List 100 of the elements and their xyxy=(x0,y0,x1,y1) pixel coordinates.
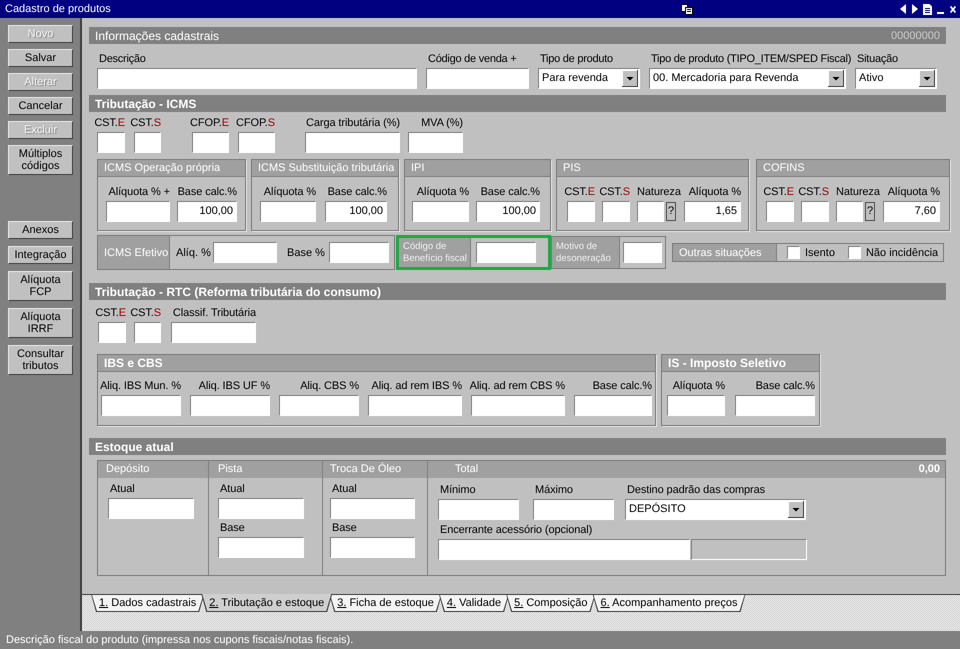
input-field[interactable]: 1,65 xyxy=(684,201,741,222)
input-field[interactable] xyxy=(602,201,630,222)
input-field[interactable] xyxy=(438,499,519,520)
input-field[interactable] xyxy=(101,395,181,416)
input-field[interactable] xyxy=(574,395,652,416)
documents-icon[interactable] xyxy=(681,4,693,14)
input-field[interactable] xyxy=(533,499,614,520)
input-field[interactable] xyxy=(190,395,270,416)
left-arrow-icon[interactable] xyxy=(900,4,906,14)
help-button[interactable]: ? xyxy=(666,202,676,221)
field-label: Alíquota % + xyxy=(108,185,170,199)
input-field[interactable] xyxy=(171,322,256,343)
dropdown[interactable]: Ativo xyxy=(855,68,937,89)
caret-icon[interactable] xyxy=(788,501,804,518)
input-field[interactable] xyxy=(134,132,161,153)
checkbox-label[interactable]: Isento xyxy=(805,246,835,258)
input-field[interactable]: 100,00 xyxy=(177,201,237,222)
input-field[interactable] xyxy=(471,395,565,416)
field-label: Tipo de produto xyxy=(539,52,613,66)
caret-icon[interactable] xyxy=(622,70,638,87)
input-field[interactable]: 100,00 xyxy=(325,201,387,222)
input-field[interactable] xyxy=(213,242,277,263)
input-field[interactable] xyxy=(97,132,125,153)
section-title: Informações cadastrais xyxy=(95,28,220,42)
group-title: PIS xyxy=(557,160,748,177)
dropdown[interactable]: 00. Mercadoria para Revenda xyxy=(649,68,846,89)
field-label: Descrição xyxy=(98,52,146,66)
input-field[interactable] xyxy=(368,395,462,416)
dropdown[interactable]: DEPÓSITO xyxy=(625,499,806,520)
input-field[interactable] xyxy=(97,68,417,89)
input-field[interactable] xyxy=(637,201,664,222)
checkbox-label[interactable]: Não incidência xyxy=(866,246,938,258)
input-field[interactable] xyxy=(279,395,359,416)
input-field[interactable] xyxy=(623,242,662,263)
input-field[interactable] xyxy=(766,201,794,222)
input-field[interactable] xyxy=(567,201,595,222)
input-field[interactable] xyxy=(238,132,275,153)
sidebar-button[interactable]: Anexos xyxy=(8,221,73,239)
caret-icon[interactable] xyxy=(828,70,844,87)
group-title: ICMS Operação própria xyxy=(98,160,245,177)
field-caption: Outras situações xyxy=(673,244,777,261)
field-label: Aliq. IBS UF % xyxy=(198,379,270,393)
input-field[interactable] xyxy=(218,537,304,558)
input-field[interactable] xyxy=(192,132,229,153)
field-label: Aliq. ad rem IBS % xyxy=(371,379,462,393)
field-label: Tipo de produto (TIPO_ITEM/SPED Fiscal) xyxy=(650,52,852,66)
record-code: 00000000 xyxy=(891,30,940,42)
input-field[interactable] xyxy=(260,201,316,222)
column-header: Pista xyxy=(209,461,322,478)
input-field[interactable] xyxy=(735,395,815,416)
field-label: Aliq. CBS % xyxy=(300,379,359,393)
input-field[interactable] xyxy=(329,242,389,263)
sidebar-button[interactable]: Salvar xyxy=(8,49,73,67)
tab[interactable]: 6. Acompanhamento preços xyxy=(592,594,746,612)
field-label: Base xyxy=(331,521,357,535)
input-field[interactable] xyxy=(106,201,170,222)
help-button[interactable]: ? xyxy=(865,202,875,221)
input-field[interactable] xyxy=(426,68,529,89)
input-field[interactable]: 100,00 xyxy=(476,201,540,222)
sidebar-button[interactable]: Consultar tributos xyxy=(8,345,73,375)
sidebar-button[interactable]: Alíquota FCP xyxy=(8,271,73,301)
input-field[interactable] xyxy=(801,201,829,222)
field-label: Alíquota % xyxy=(416,185,469,199)
close-icon[interactable] xyxy=(950,6,956,12)
field-label: Base calc.% xyxy=(328,185,387,199)
field-label: Código de venda + xyxy=(427,52,516,66)
field-label: CST.S xyxy=(599,185,630,199)
section-title: Tributação - ICMS xyxy=(95,96,196,110)
column-header: Depósito xyxy=(98,461,208,478)
input-field[interactable] xyxy=(667,395,725,416)
right-arrow-icon[interactable] xyxy=(912,4,918,14)
caret-icon[interactable] xyxy=(919,70,935,87)
input-field[interactable] xyxy=(134,322,161,343)
sidebar-button[interactable]: Múltiplos códigos xyxy=(8,145,73,175)
input-field[interactable] xyxy=(836,201,863,222)
checkbox[interactable] xyxy=(848,246,861,259)
column-header: Troca De Óleo xyxy=(323,461,427,478)
input-field[interactable] xyxy=(408,132,463,153)
input-field[interactable]: 7,60 xyxy=(883,201,940,222)
checkbox[interactable] xyxy=(787,246,800,259)
dropdown[interactable]: Para revenda xyxy=(538,68,640,89)
sidebar-button[interactable]: Alíquota IRRF xyxy=(8,308,73,338)
group-title: IS - Imposto Seletivo xyxy=(662,355,819,372)
field-label: Aliq. IBS Mun. % xyxy=(100,379,181,393)
field-label: Base calc.% xyxy=(480,185,540,199)
input-field[interactable] xyxy=(476,242,536,263)
document-icon[interactable] xyxy=(923,4,932,14)
input-field[interactable] xyxy=(438,539,690,560)
input-field[interactable] xyxy=(108,498,194,519)
sidebar-button[interactable]: Cancelar xyxy=(8,97,73,115)
field-label: Atual xyxy=(109,482,135,496)
field-label: MVA (%) xyxy=(421,116,463,130)
input-field[interactable] xyxy=(305,132,400,153)
field-label: CFOP.S xyxy=(236,116,275,130)
input-field[interactable] xyxy=(330,498,415,519)
sidebar-button[interactable]: Integração xyxy=(8,246,73,264)
input-field[interactable] xyxy=(98,322,126,343)
input-field[interactable] xyxy=(412,201,469,222)
input-field[interactable] xyxy=(218,498,304,519)
input-field[interactable] xyxy=(330,537,415,558)
